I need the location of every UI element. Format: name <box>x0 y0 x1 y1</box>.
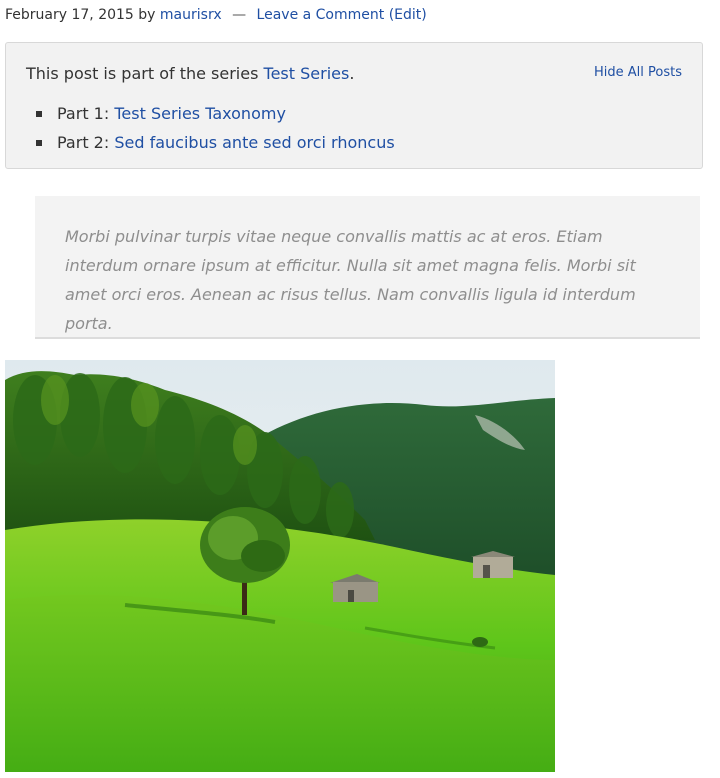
post-date: February 17, 2015 <box>5 7 134 23</box>
edit-link[interactable]: (Edit) <box>389 7 427 23</box>
blockquote: Morbi pulvinar turpis vitae neque conval… <box>35 196 700 339</box>
landscape-photo-image <box>5 360 555 772</box>
blockquote-text: Morbi pulvinar turpis vitae neque conval… <box>65 227 636 333</box>
leave-comment-link[interactable]: Leave a Comment <box>257 7 385 23</box>
post-meta: February 17, 2015 by maurisrx — Leave a … <box>5 5 427 25</box>
series-part-link[interactable]: Sed faucibus ante sed orci rhoncus <box>114 133 394 152</box>
series-intro-prefix: This post is part of the series <box>26 64 259 83</box>
series-box: This post is part of the series Test Ser… <box>5 42 703 169</box>
series-link[interactable]: Test Series <box>264 64 350 83</box>
by-text: by <box>138 7 156 23</box>
bullet-icon <box>36 140 42 146</box>
landscape-photo <box>5 360 555 772</box>
hide-all-posts-link[interactable]: Hide All Posts <box>594 64 682 82</box>
series-part-prefix: Part 2: <box>57 133 110 152</box>
series-parts-list: Part 1: Test Series Taxonomy Part 2: Sed… <box>36 99 395 157</box>
author-link[interactable]: maurisrx <box>160 7 222 23</box>
series-part-link[interactable]: Test Series Taxonomy <box>114 104 286 123</box>
bullet-icon <box>36 111 42 117</box>
series-part-item: Part 2: Sed faucibus ante sed orci rhonc… <box>36 128 395 157</box>
meta-separator: — <box>232 7 247 23</box>
series-intro: This post is part of the series Test Ser… <box>26 63 354 85</box>
series-part-prefix: Part 1: <box>57 104 110 123</box>
series-intro-suffix: . <box>349 64 355 83</box>
series-part-item: Part 1: Test Series Taxonomy <box>36 99 395 128</box>
